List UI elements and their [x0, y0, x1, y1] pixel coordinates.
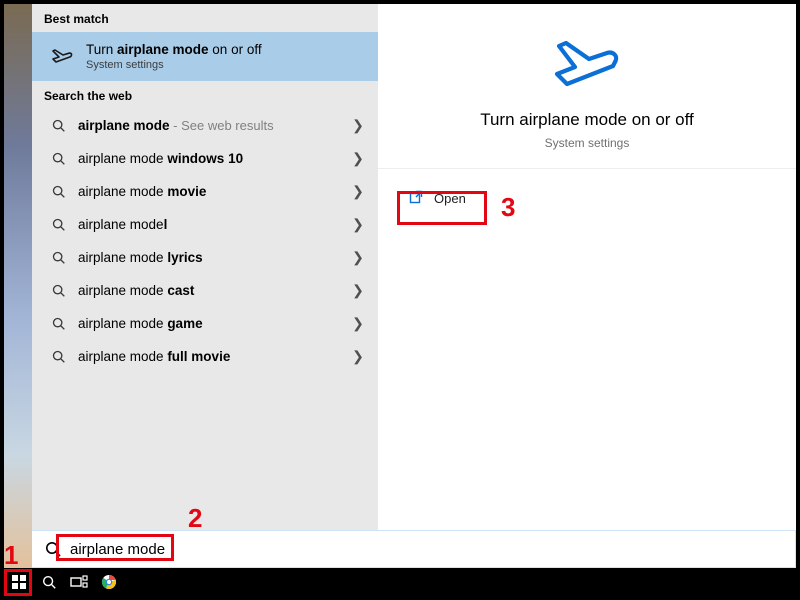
web-result-prefix: airplane mode: [78, 184, 167, 199]
web-result-bold: airplane mode: [78, 118, 170, 133]
web-result-hint: - See web results: [170, 118, 274, 133]
open-action[interactable]: Open: [396, 181, 478, 216]
task-view-button[interactable]: [64, 568, 94, 596]
search-results-column: Best match Turn airplane mode on or off …: [32, 4, 378, 530]
web-result-label: airplane mode lyrics: [78, 250, 350, 265]
web-result-item[interactable]: airplane mode windows 10❯: [32, 142, 378, 175]
chevron-right-icon: ❯: [350, 315, 366, 332]
result-detail-header: Turn airplane mode on or off System sett…: [378, 4, 796, 168]
chevron-right-icon: ❯: [350, 216, 366, 233]
search-icon: [48, 151, 68, 166]
search-icon: [42, 540, 64, 558]
web-results-list: airplane mode - See web results❯airplane…: [32, 109, 378, 373]
result-detail-actions: Open: [378, 168, 796, 216]
search-icon: [48, 184, 68, 199]
search-icon: [48, 316, 68, 331]
chevron-right-icon: ❯: [350, 348, 366, 365]
result-detail-title: Turn airplane mode on or off: [398, 110, 776, 130]
start-search-panel: Best match Turn airplane mode on or off …: [32, 4, 796, 568]
chevron-right-icon: ❯: [350, 183, 366, 200]
best-match-title-prefix: Turn: [86, 42, 117, 57]
search-bar[interactable]: [32, 530, 796, 568]
best-match-subtitle: System settings: [86, 59, 262, 71]
best-match-result[interactable]: Turn airplane mode on or off System sett…: [32, 32, 378, 81]
web-result-bold: movie: [167, 184, 206, 199]
web-result-label: airplane mode - See web results: [78, 118, 350, 133]
web-result-bold: lyrics: [167, 250, 202, 265]
web-result-label: airplane mode cast: [78, 283, 350, 298]
open-icon: [408, 189, 424, 208]
web-result-label: airplane mode movie: [78, 184, 350, 199]
web-result-bold: full movie: [167, 349, 230, 364]
desktop-wallpaper-strip: [4, 4, 32, 568]
search-web-heading: Search the web: [32, 81, 378, 109]
web-result-prefix: airplane mode: [78, 316, 167, 331]
web-result-bold: cast: [167, 283, 194, 298]
web-result-item[interactable]: airplane mode game❯: [32, 307, 378, 340]
web-result-item[interactable]: airplane mode movie❯: [32, 175, 378, 208]
search-icon: [48, 250, 68, 265]
web-result-bold: game: [167, 316, 202, 331]
start-button[interactable]: [4, 568, 34, 596]
web-result-prefix: airplane mode: [78, 283, 167, 298]
chevron-right-icon: ❯: [350, 249, 366, 266]
search-icon: [48, 283, 68, 298]
web-result-item[interactable]: airplane model❯: [32, 208, 378, 241]
chevron-right-icon: ❯: [350, 150, 366, 167]
best-match-heading: Best match: [32, 4, 378, 32]
web-result-prefix: airplane mode: [78, 349, 167, 364]
result-detail-subtitle: System settings: [398, 136, 776, 150]
chevron-right-icon: ❯: [350, 117, 366, 134]
web-result-bold: windows 10: [167, 151, 243, 166]
web-result-item[interactable]: airplane mode lyrics❯: [32, 241, 378, 274]
airplane-icon-large: [398, 30, 776, 96]
web-result-label: airplane model: [78, 217, 350, 232]
taskbar: [4, 568, 796, 596]
search-icon: [48, 118, 68, 133]
best-match-title-suffix: on or off: [209, 42, 262, 57]
web-result-label: airplane mode full movie: [78, 349, 350, 364]
web-result-label: airplane mode game: [78, 316, 350, 331]
open-label: Open: [434, 191, 466, 206]
screenshot-root: Best match Turn airplane mode on or off …: [0, 0, 800, 600]
taskbar-search-button[interactable]: [34, 568, 64, 596]
search-input[interactable]: [64, 537, 789, 562]
best-match-title-bold: airplane mode: [117, 42, 209, 57]
web-result-prefix: airplane mode: [78, 250, 167, 265]
web-result-bold: l: [164, 217, 168, 232]
web-result-prefix: airplane mode: [78, 151, 167, 166]
web-result-label: airplane mode windows 10: [78, 151, 350, 166]
chevron-right-icon: ❯: [350, 282, 366, 299]
result-detail-column: Turn airplane mode on or off System sett…: [378, 4, 796, 530]
best-match-title: Turn airplane mode on or off: [86, 42, 262, 57]
web-result-item[interactable]: airplane mode - See web results❯: [32, 109, 378, 142]
airplane-icon: [48, 45, 76, 69]
web-result-prefix: airplane mode: [78, 217, 164, 232]
web-result-item[interactable]: airplane mode full movie❯: [32, 340, 378, 373]
search-icon: [48, 217, 68, 232]
search-panel-body: Best match Turn airplane mode on or off …: [32, 4, 796, 530]
web-result-item[interactable]: airplane mode cast❯: [32, 274, 378, 307]
taskbar-chrome-button[interactable]: [94, 568, 124, 596]
search-icon: [48, 349, 68, 364]
best-match-text: Turn airplane mode on or off System sett…: [86, 42, 262, 71]
